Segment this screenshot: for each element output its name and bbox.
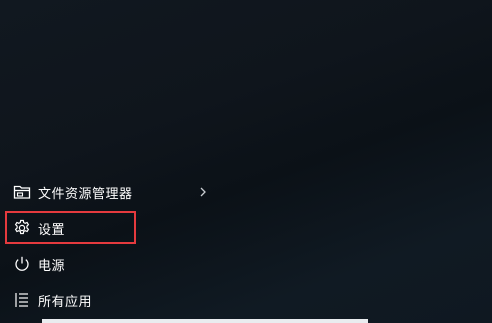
bottom-edge-strip	[42, 319, 368, 323]
menu-item-power[interactable]: 电源	[0, 246, 225, 282]
power-icon	[12, 254, 32, 274]
menu-item-all-apps[interactable]: 所有应用	[0, 282, 225, 318]
menu-item-label: 电源	[38, 258, 66, 274]
menu-item-file-explorer[interactable]: 文件资源管理器	[0, 174, 225, 210]
file-explorer-icon	[12, 182, 32, 202]
chevron-right-icon[interactable]	[198, 186, 208, 198]
menu-item-settings[interactable]: 设置	[0, 210, 225, 246]
all-apps-list-icon	[12, 290, 32, 310]
gear-icon	[12, 218, 32, 238]
menu-item-label: 设置	[38, 222, 66, 238]
menu-item-label: 所有应用	[38, 294, 93, 310]
start-menu: 文件资源管理器 设置 电源 所有应用	[0, 0, 492, 323]
start-menu-list: 文件资源管理器 设置 电源 所有应用	[0, 174, 225, 318]
menu-item-label: 文件资源管理器	[38, 186, 133, 202]
